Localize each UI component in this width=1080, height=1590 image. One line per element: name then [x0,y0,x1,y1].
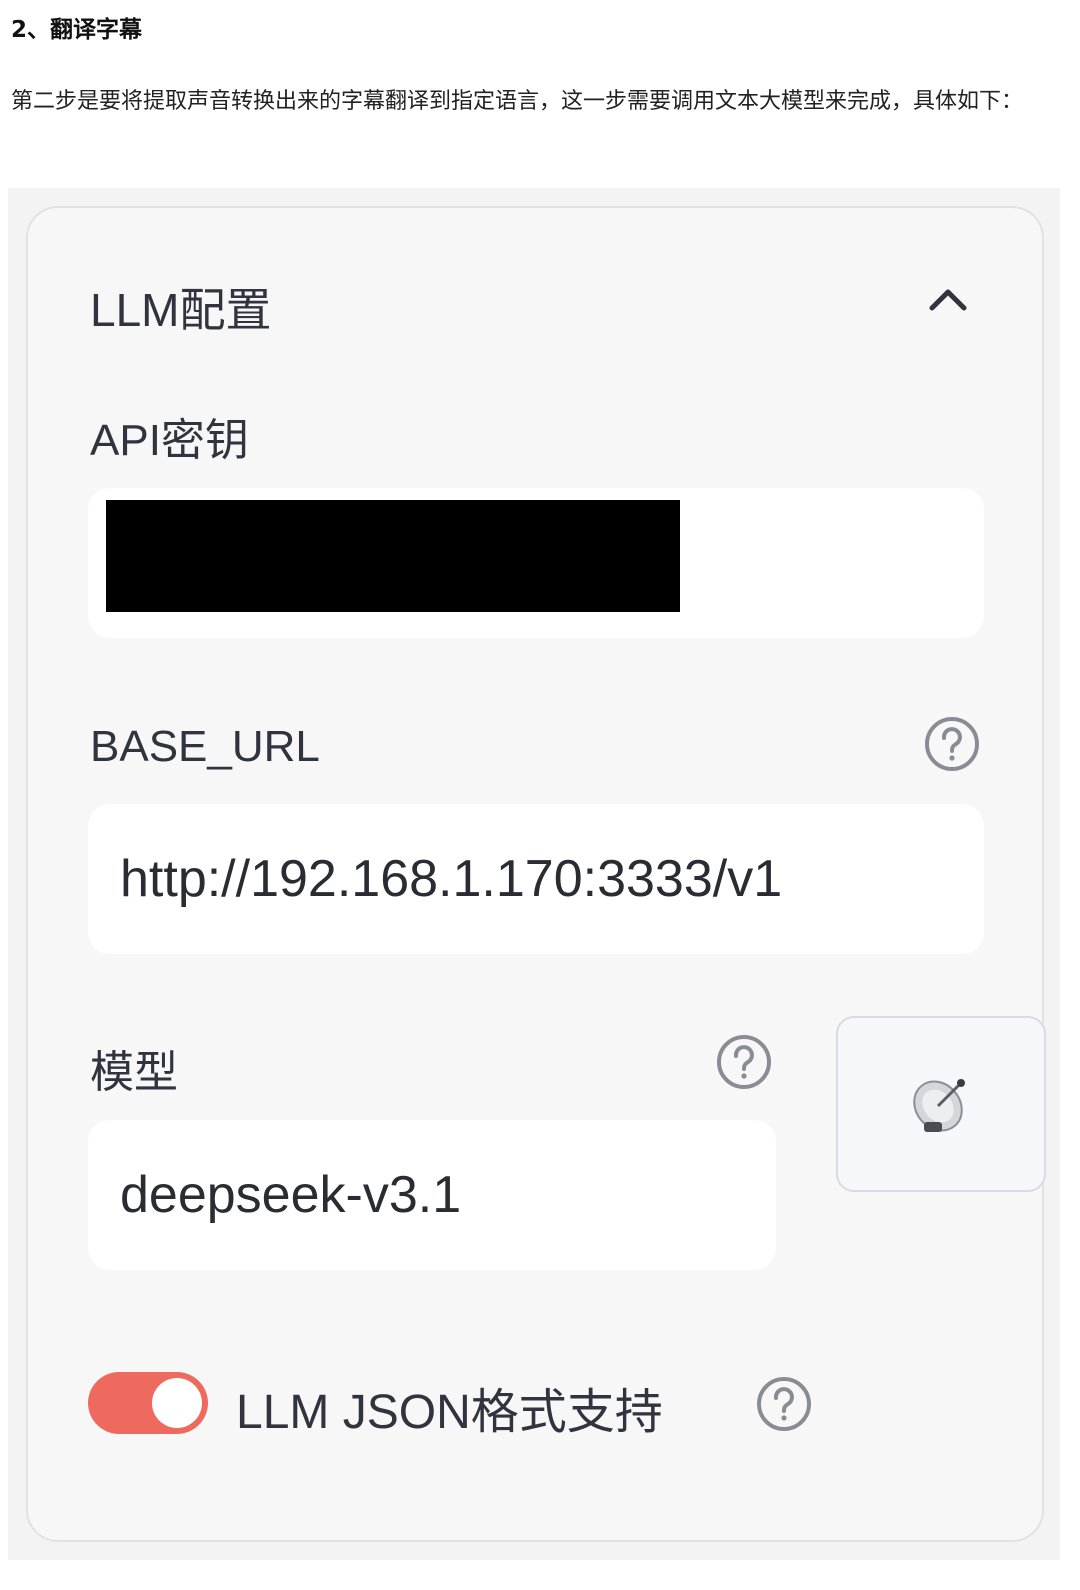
help-icon[interactable] [924,716,980,772]
embedded-screenshot: LLM配置 API密钥 BASE_URL http://192.168.1.17… [8,188,1060,1560]
panel-title: LLM配置 [90,284,272,336]
model-label: 模型 [90,1048,178,1097]
redaction-block [106,500,680,612]
help-icon[interactable] [756,1376,812,1432]
base-url-label: BASE_URL [90,722,320,771]
base-url-input[interactable]: http://192.168.1.170:3333/v1 [88,804,984,954]
api-key-label: API密钥 [90,416,249,465]
model-input[interactable]: deepseek-v3.1 [88,1120,776,1270]
json-support-toggle[interactable] [88,1372,208,1434]
api-key-input[interactable] [88,488,984,638]
help-icon[interactable] [716,1034,772,1090]
article-heading: 2、翻译字幕 [11,17,143,43]
json-support-label: LLM JSON格式支持 [236,1386,663,1439]
chevron-up-icon[interactable] [928,284,968,312]
fetch-models-button[interactable] [836,1016,1046,1192]
satellite-dish-icon [913,1079,965,1132]
llm-config-panel: LLM配置 API密钥 BASE_URL http://192.168.1.17… [26,206,1046,1542]
article-paragraph: 第二步是要将提取声音转换出来的字幕翻译到指定语言，这一步需要调用文本大模型来完成… [11,89,1024,114]
base-url-value: http://192.168.1.170:3333/v1 [120,850,783,908]
toggle-knob [152,1378,202,1428]
model-value: deepseek-v3.1 [120,1166,462,1224]
